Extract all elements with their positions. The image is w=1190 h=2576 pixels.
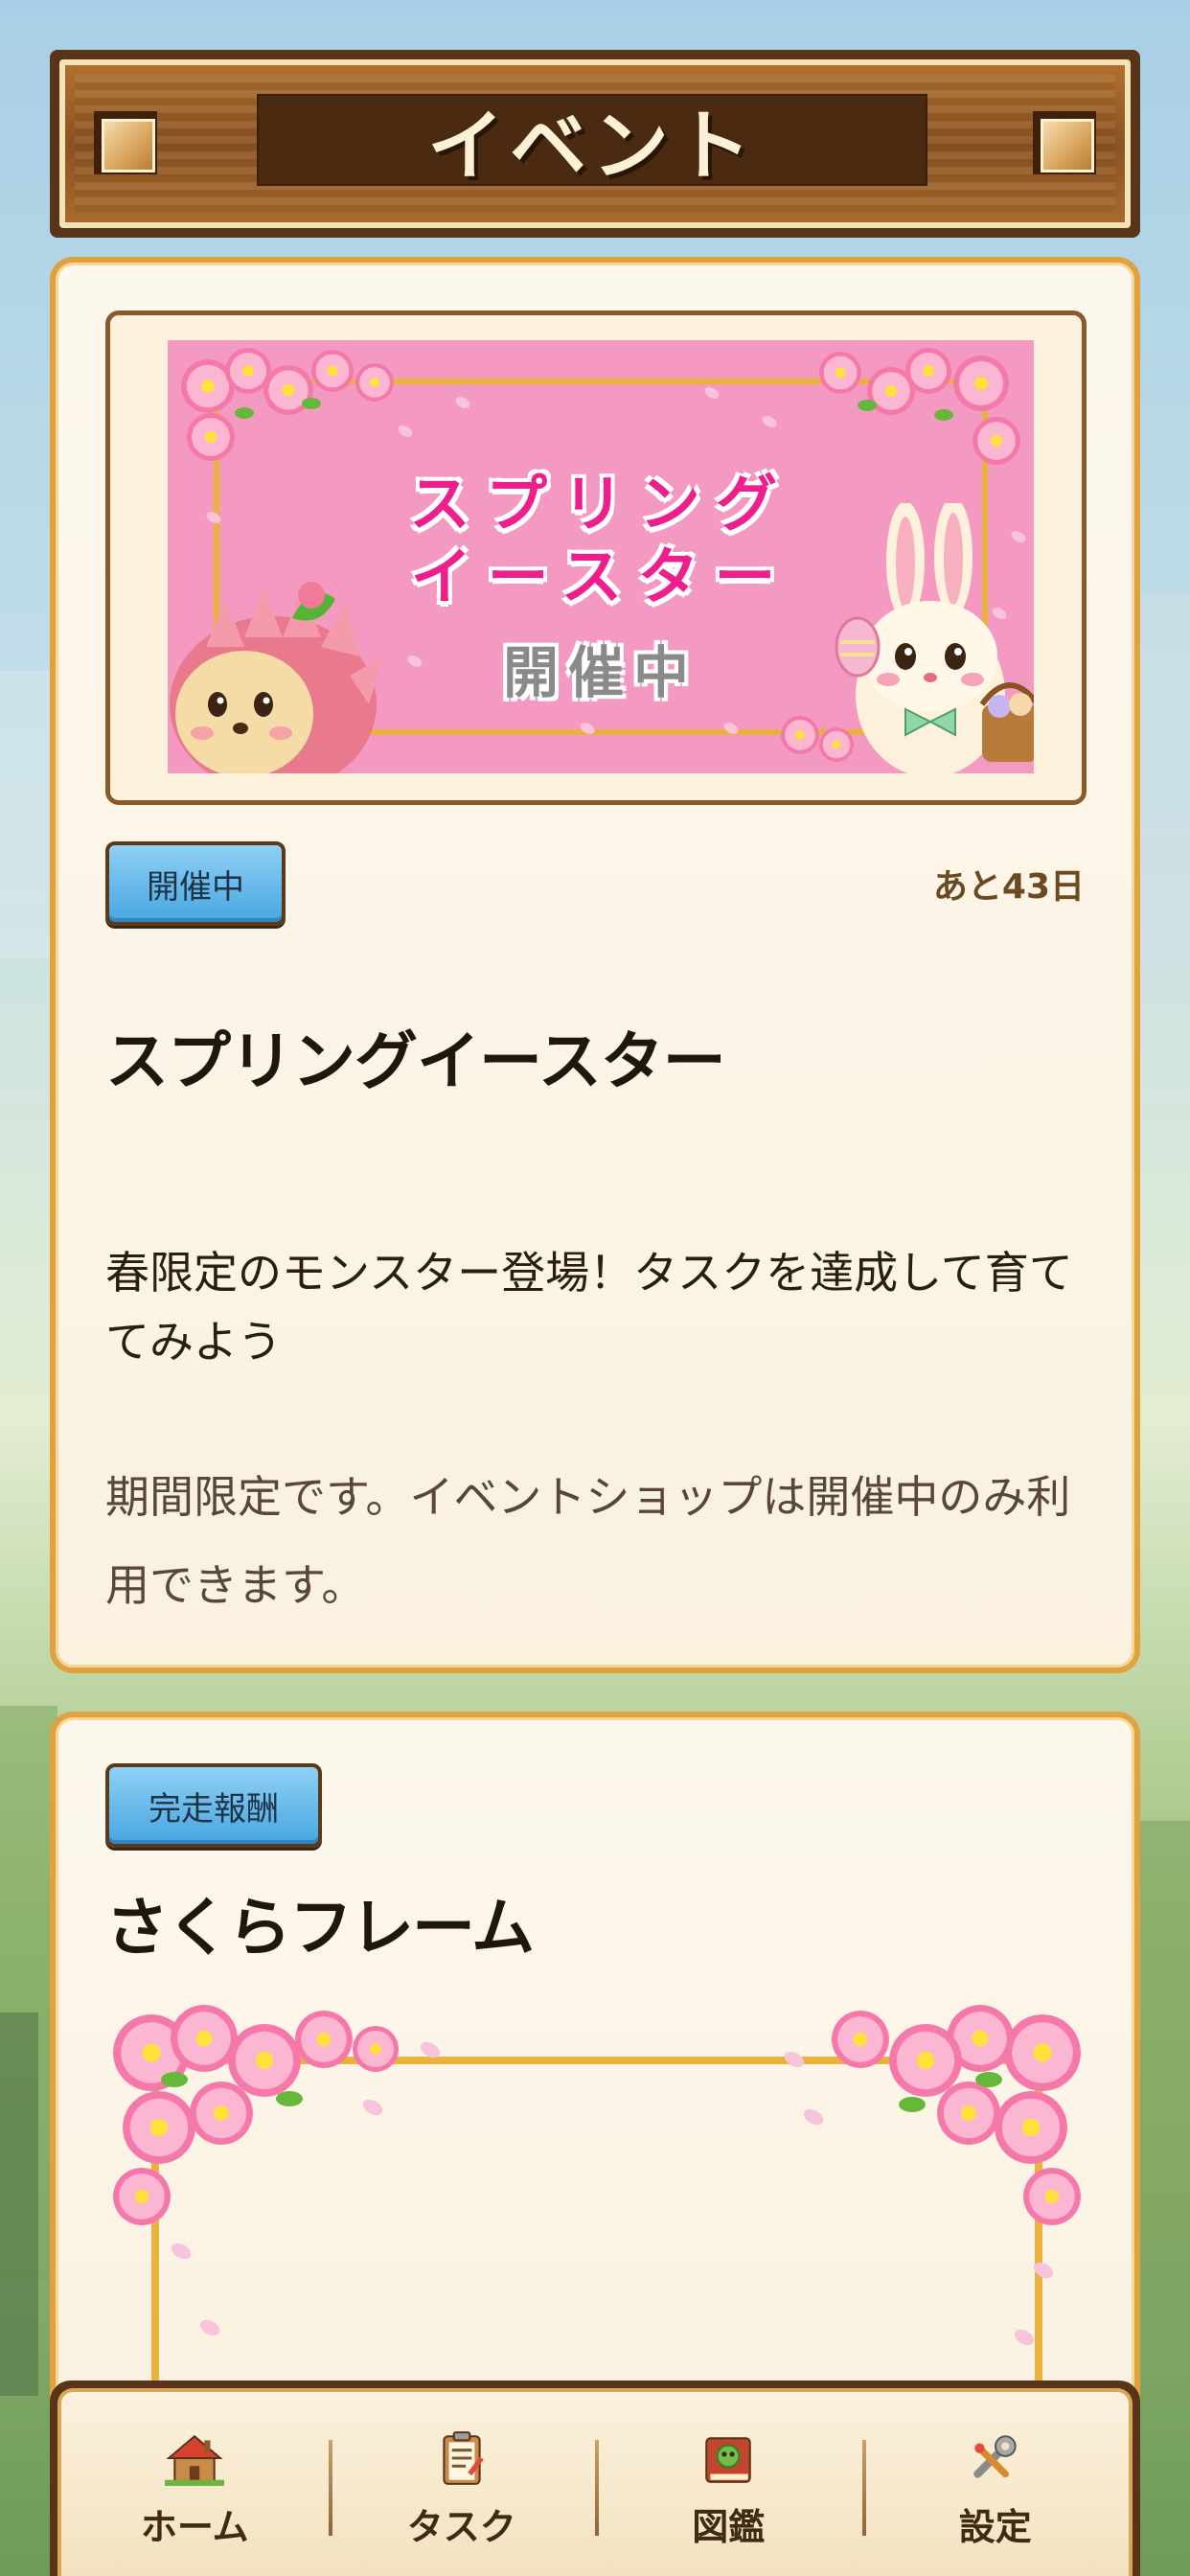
flower-icon bbox=[832, 2011, 889, 2068]
flower-icon bbox=[937, 2082, 1000, 2145]
reward-card[interactable]: 完走報酬 さくらフレーム bbox=[50, 1712, 1140, 2440]
petal-icon bbox=[359, 2096, 386, 2119]
flower-icon bbox=[953, 356, 1009, 411]
page-title: イベント bbox=[427, 102, 757, 191]
leaf-icon bbox=[899, 2097, 926, 2112]
petal-icon bbox=[196, 2316, 223, 2339]
flower-icon bbox=[355, 363, 394, 402]
flower-icon bbox=[973, 417, 1020, 465]
flower-icon bbox=[781, 716, 819, 754]
event-banner-frame: スプリング イースター 開催中 bbox=[105, 310, 1087, 805]
days-remaining: あと43日 bbox=[932, 867, 1085, 907]
flower-icon bbox=[113, 2168, 171, 2225]
leaf-icon bbox=[934, 409, 953, 421]
petal-icon bbox=[781, 2048, 808, 2071]
leaf-icon bbox=[235, 407, 254, 419]
flower-icon bbox=[123, 2091, 195, 2164]
nav-label: タスク bbox=[406, 2505, 516, 2548]
petal-icon bbox=[1011, 2326, 1038, 2349]
flower-icon bbox=[819, 352, 861, 394]
book-icon bbox=[705, 2436, 752, 2483]
event-title: スプリングイースター bbox=[105, 1024, 726, 1098]
event-note: 期間限定です。イベントショップは開催中のみ利用できます。 bbox=[105, 1471, 1071, 1611]
flower-icon bbox=[295, 2011, 353, 2068]
leaf-icon bbox=[276, 2091, 303, 2106]
petal-icon bbox=[800, 2105, 827, 2128]
leaf-icon bbox=[858, 400, 877, 411]
flower-icon bbox=[995, 2091, 1067, 2164]
flower-icon bbox=[353, 2026, 399, 2072]
flower-icon bbox=[187, 413, 235, 461]
rivet-icon bbox=[1033, 111, 1096, 174]
leaf-icon bbox=[161, 2072, 188, 2087]
hedgehog-monster-icon bbox=[170, 582, 383, 773]
flower-icon bbox=[228, 2024, 301, 2097]
flower-icon bbox=[1004, 2014, 1081, 2091]
petal-icon bbox=[168, 2240, 195, 2263]
header-wood-panel: イベント bbox=[59, 59, 1131, 228]
nav-item-encyclopedia[interactable]: 図鑑 bbox=[595, 2392, 862, 2576]
event-card[interactable]: スプリング イースター 開催中 開催中 あと43日 スプリングイースター 春限定… bbox=[50, 257, 1140, 1673]
bunny-monster-icon bbox=[835, 503, 1034, 773]
flower-icon bbox=[311, 350, 354, 392]
leaf-icon bbox=[302, 398, 321, 409]
clipboard-icon bbox=[443, 2430, 484, 2485]
flower-icon bbox=[190, 2082, 253, 2145]
house-icon bbox=[165, 2434, 225, 2486]
reward-title: さくらフレーム bbox=[105, 1891, 535, 1965]
rivet-icon bbox=[94, 111, 157, 174]
background-block bbox=[1140, 1821, 1190, 2396]
nav-label: ホーム bbox=[140, 2505, 249, 2548]
flower-icon bbox=[1023, 2168, 1081, 2225]
status-badge: 開催中 bbox=[105, 841, 286, 926]
nav-item-tasks[interactable]: タスク bbox=[328, 2392, 596, 2576]
header-title-plate: イベント bbox=[257, 94, 927, 191]
sakura-frame-preview bbox=[113, 2005, 1081, 2434]
background-block bbox=[0, 671, 57, 958]
reward-badge: 完走報酬 bbox=[105, 1763, 322, 1848]
wrench-icon bbox=[973, 2434, 1017, 2478]
event-banner[interactable]: スプリング イースター 開催中 bbox=[168, 340, 1034, 773]
background-block bbox=[1140, 594, 1190, 997]
event-description: 春限定のモンスター登場！タスクを達成して育ててみよう bbox=[105, 1247, 1073, 1368]
nav-item-settings[interactable]: 設定 bbox=[861, 2392, 1130, 2576]
page-header: イベント bbox=[50, 50, 1140, 238]
bottom-nav-panel: ホーム タスク 図鑑 設定 bbox=[57, 2388, 1133, 2576]
leaf-icon bbox=[975, 2072, 1002, 2087]
nav-item-home[interactable]: ホーム bbox=[61, 2392, 329, 2576]
nav-label: 設定 bbox=[958, 2505, 1032, 2548]
nav-label: 図鑑 bbox=[692, 2505, 766, 2548]
bottom-nav: ホーム タスク 図鑑 設定 bbox=[50, 2380, 1140, 2576]
background-block bbox=[0, 2012, 38, 2396]
